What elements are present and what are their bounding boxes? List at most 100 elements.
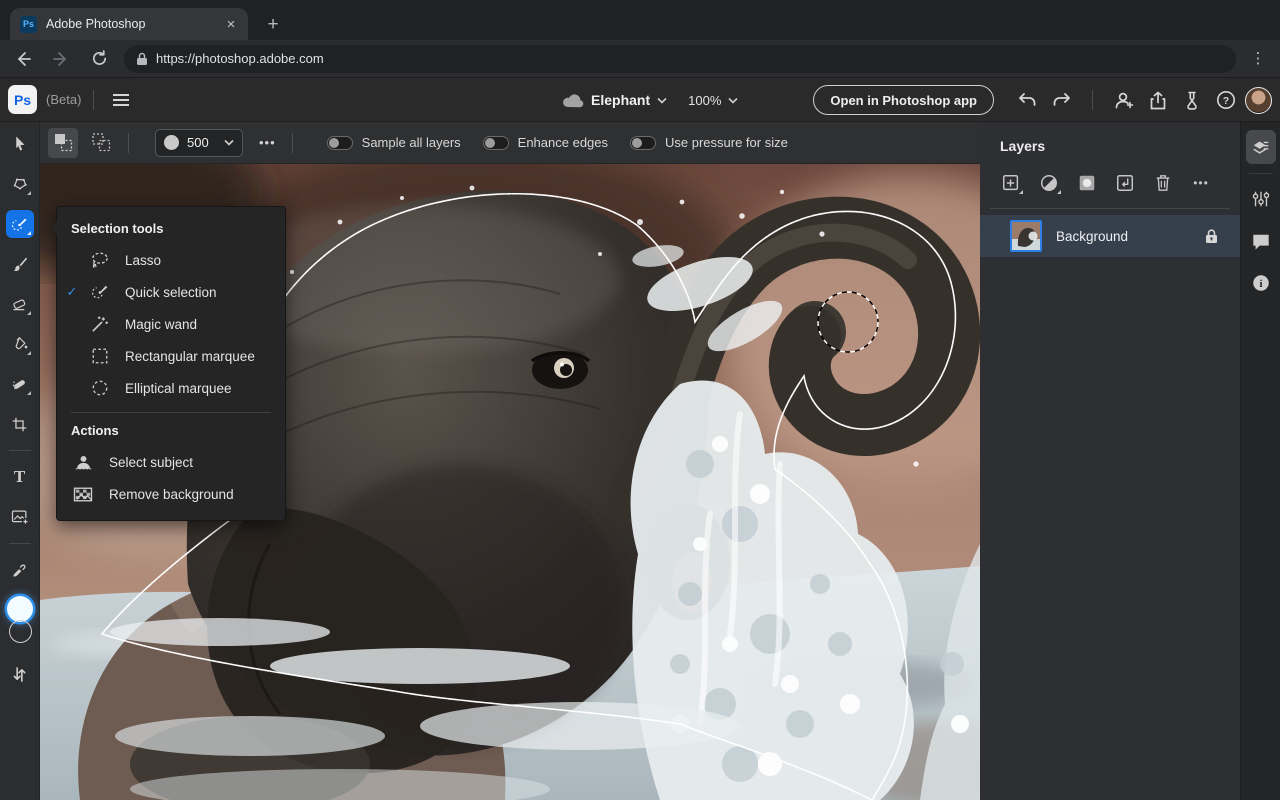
- address-bar[interactable]: https://photoshop.adobe.com: [124, 44, 1236, 73]
- browser-menu-icon[interactable]: ⋮: [1246, 51, 1270, 66]
- check-icon: ✓: [66, 284, 78, 299]
- layers-panel: Layers ••• Background: [980, 122, 1240, 800]
- layer-mask-icon[interactable]: [1074, 170, 1100, 196]
- layer-row-background[interactable]: Background: [980, 215, 1240, 257]
- elliptical-marquee-icon: [87, 379, 113, 397]
- subtract-selection-mode-icon[interactable]: [86, 128, 116, 158]
- divider: [8, 543, 31, 544]
- layer-name: Background: [1056, 228, 1129, 244]
- quick-selection-icon: [87, 282, 113, 302]
- comments-rail-icon[interactable]: [1246, 224, 1276, 258]
- beta-label: (Beta): [46, 92, 82, 107]
- fill-tool-icon[interactable]: [6, 330, 34, 358]
- toggle-label: Enhance edges: [517, 135, 609, 150]
- browser-tab-bar: Ps Adobe Photoshop × +: [0, 0, 1280, 40]
- close-tab-icon[interactable]: ×: [222, 15, 240, 33]
- background-color-swatch[interactable]: [8, 620, 32, 643]
- divider: [71, 412, 271, 413]
- adjustment-layer-icon[interactable]: [1036, 170, 1062, 196]
- menu-item-select-subject[interactable]: Select subject: [57, 446, 285, 478]
- move-tool-icon[interactable]: [6, 130, 34, 158]
- document-cluster: Elephant 100%: [562, 78, 738, 122]
- info-rail-icon[interactable]: i: [1246, 266, 1276, 300]
- menu-item-rectangular-marquee[interactable]: Rectangular marquee: [57, 340, 285, 372]
- menu-item-elliptical-marquee[interactable]: Elliptical marquee: [57, 372, 285, 404]
- open-in-photoshop-app-button[interactable]: Open in Photoshop app: [813, 85, 994, 115]
- photoshop-favicon-icon: Ps: [20, 15, 37, 33]
- cloud-sync-icon: [563, 94, 584, 108]
- document-name[interactable]: Elephant: [591, 92, 650, 108]
- undo-icon[interactable]: [1012, 85, 1042, 115]
- sample-all-layers-toggle-group: Sample all layers: [326, 135, 461, 150]
- selection-tools-flyout: Selection tools Lasso ✓ Quick selection …: [50, 206, 286, 521]
- hamburger-menu-icon[interactable]: [106, 85, 136, 115]
- color-swatches: [5, 596, 35, 648]
- foreground-color-swatch[interactable]: [6, 596, 33, 622]
- toggle-label: Use pressure for size: [665, 135, 788, 150]
- experiments-flask-icon[interactable]: [1177, 85, 1207, 115]
- eyedropper-tool-icon[interactable]: [6, 556, 34, 584]
- lasso-tool-icon[interactable]: [6, 170, 34, 198]
- tab-title: Adobe Photoshop: [46, 17, 146, 31]
- eraser-tool-icon[interactable]: [6, 290, 34, 318]
- user-avatar[interactable]: [1245, 86, 1272, 114]
- layers-rail-icon[interactable]: [1245, 130, 1276, 164]
- swap-colors-icon[interactable]: [6, 660, 34, 688]
- browser-tab[interactable]: Ps Adobe Photoshop ×: [10, 8, 248, 40]
- adjustments-rail-icon[interactable]: [1246, 182, 1276, 216]
- add-layer-icon[interactable]: [998, 170, 1024, 196]
- invite-people-icon[interactable]: [1109, 85, 1139, 115]
- chevron-down-icon[interactable]: [728, 97, 738, 104]
- share-icon[interactable]: [1143, 85, 1173, 115]
- brush-preview-icon: [164, 135, 179, 150]
- menu-item-remove-background[interactable]: Remove background: [57, 478, 285, 510]
- forward-icon[interactable]: [46, 44, 76, 74]
- tool-options-bar: 500 ••• Sample all layers Enhance edges …: [40, 122, 980, 164]
- brush-size-dropdown[interactable]: 500: [155, 128, 243, 157]
- type-tool-icon[interactable]: T: [6, 463, 34, 491]
- layer-thumbnail[interactable]: [1010, 220, 1042, 252]
- photoshop-logo: Ps: [8, 85, 37, 114]
- add-image-tool-icon[interactable]: [6, 503, 34, 531]
- tools-sidebar: T: [0, 122, 40, 800]
- refresh-icon[interactable]: [84, 44, 114, 74]
- svg-text:i: i: [1259, 278, 1262, 290]
- chevron-down-icon[interactable]: [657, 97, 667, 104]
- zoom-level[interactable]: 100%: [688, 93, 721, 108]
- enhance-edges-toggle-group: Enhance edges: [482, 135, 609, 150]
- layers-overflow-icon[interactable]: •••: [1188, 170, 1214, 196]
- layers-panel-actions: •••: [980, 154, 1240, 196]
- divider: [93, 89, 95, 110]
- right-rail: i: [1240, 122, 1280, 800]
- sample-all-layers-toggle[interactable]: [326, 135, 353, 150]
- divider: [128, 132, 129, 153]
- back-icon[interactable]: [8, 44, 38, 74]
- divider: [291, 132, 293, 153]
- move-to-icon[interactable]: [1112, 170, 1138, 196]
- brush-tool-icon[interactable]: [6, 250, 34, 278]
- divider: [1248, 173, 1273, 174]
- new-tab-button[interactable]: +: [260, 12, 286, 38]
- menu-item-magic-wand[interactable]: Magic wand: [57, 308, 285, 340]
- url-text: https://photoshop.adobe.com: [156, 51, 324, 66]
- new-selection-mode-icon[interactable]: [48, 127, 78, 158]
- more-options-icon[interactable]: •••: [259, 135, 276, 150]
- use-pressure-for-size-toggle[interactable]: [630, 135, 657, 150]
- svg-text:?: ?: [1223, 95, 1229, 107]
- heal-tool-icon[interactable]: [6, 370, 34, 398]
- divider: [990, 208, 1230, 209]
- flyout-title: Selection tools: [71, 221, 164, 236]
- divider: [8, 450, 31, 451]
- brush-size-value: 500: [187, 135, 209, 150]
- help-icon[interactable]: ?: [1211, 85, 1241, 115]
- delete-layer-icon[interactable]: [1150, 170, 1176, 196]
- enhance-edges-toggle[interactable]: [482, 135, 509, 150]
- layers-panel-title: Layers: [1000, 138, 1046, 154]
- redo-icon[interactable]: [1046, 85, 1076, 115]
- app-header: Ps (Beta) Elephant 100% Open in Photosho…: [0, 78, 1280, 122]
- layer-lock-icon[interactable]: [1205, 228, 1218, 244]
- menu-item-quick-selection[interactable]: ✓ Quick selection: [57, 276, 285, 308]
- quick-selection-tool-icon[interactable]: [5, 210, 34, 238]
- crop-tool-icon[interactable]: [6, 410, 34, 438]
- menu-item-lasso[interactable]: Lasso: [57, 244, 285, 276]
